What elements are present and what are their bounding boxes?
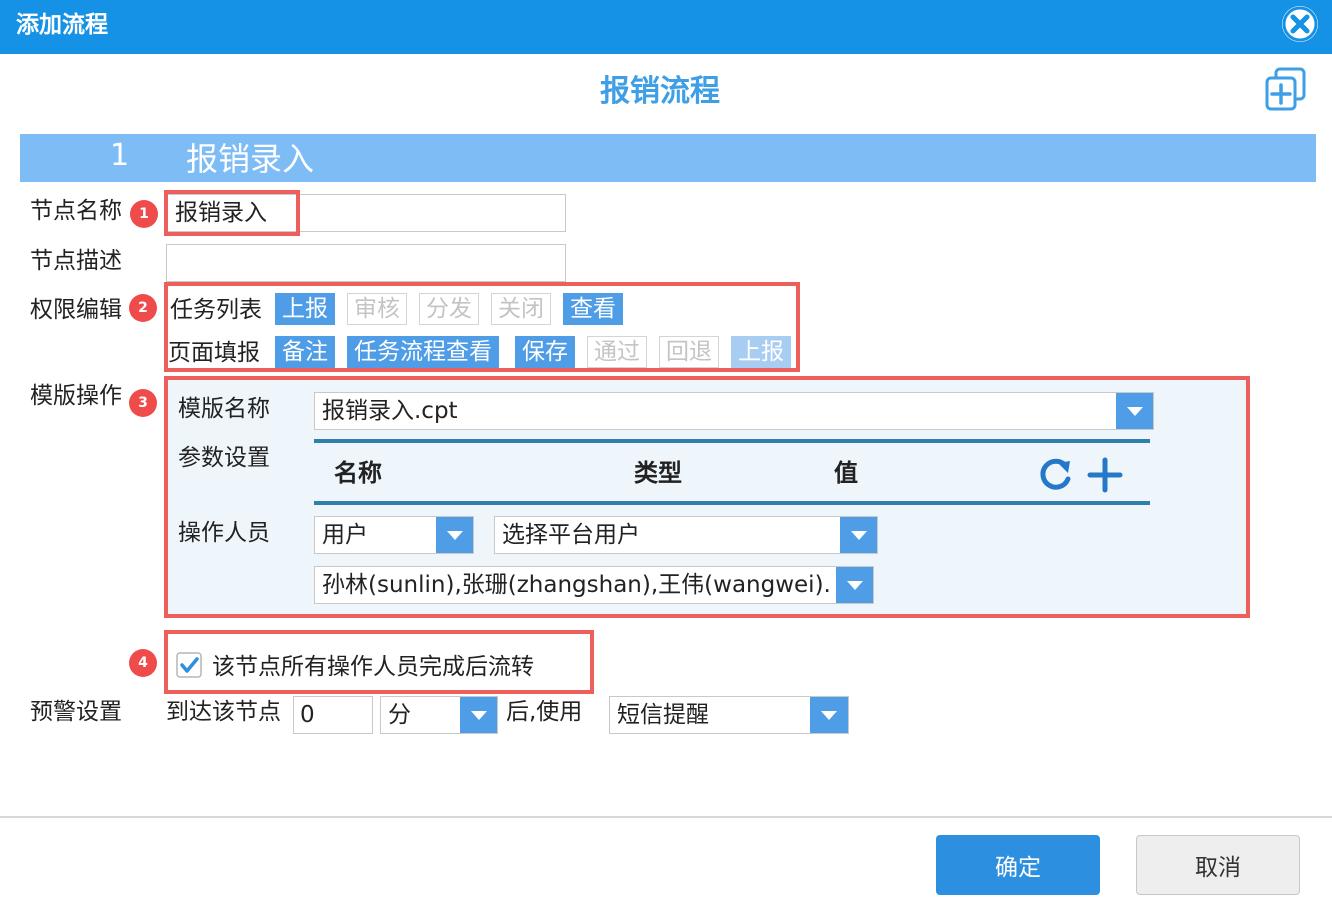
operator-list-dropdown[interactable] — [836, 567, 873, 603]
operators-label: 操作人员 — [178, 520, 270, 546]
transfer-checkbox[interactable] — [176, 652, 202, 678]
refresh-icon[interactable] — [1036, 455, 1076, 495]
operator-type-dropdown[interactable] — [436, 517, 473, 553]
operator-list-value: 孙林(sunlin),张珊(zhangshan),王伟(wangwei)... — [322, 572, 832, 598]
perm-flow-view-tag[interactable]: 任务流程查看 — [347, 336, 499, 368]
warning-amount-value: 0 — [300, 702, 315, 728]
perm-pass-tag[interactable]: 通过 — [587, 336, 647, 368]
perm-save-tag[interactable]: 保存 — [515, 336, 575, 368]
operator-type-value: 用户 — [322, 522, 368, 548]
chevron-down-icon — [470, 710, 487, 720]
operator-source-dropdown[interactable] — [840, 517, 877, 553]
node-desc-label: 节点描述 — [30, 248, 122, 274]
section-number: 1 — [110, 138, 130, 173]
perm-return-tag[interactable]: 回退 — [659, 336, 719, 368]
transfer-checkbox-label: 该节点所有操作人员完成后流转 — [212, 654, 534, 680]
perm-report-tag[interactable]: 上报 — [275, 293, 335, 325]
params-col-type: 类型 — [634, 459, 682, 487]
close-button[interactable] — [1282, 6, 1318, 42]
flow-title: 报销流程 — [600, 74, 720, 109]
highlight-box-1 — [164, 190, 300, 236]
warning-unit-dropdown[interactable] — [460, 697, 497, 733]
cancel-button[interactable]: 取消 — [1136, 835, 1300, 895]
template-name-label: 模版名称 — [178, 396, 270, 422]
template-name-value: 报销录入.cpt — [322, 398, 458, 424]
template-ops-label: 模版操作 — [30, 383, 122, 409]
page-fill-label: 页面填报 — [168, 340, 260, 366]
perm-view-tag[interactable]: 查看 — [563, 293, 623, 325]
plus-icon[interactable] — [1086, 456, 1124, 494]
warning-method-dropdown[interactable] — [810, 697, 848, 733]
node-desc-input[interactable] — [166, 244, 566, 282]
chevron-down-icon — [446, 530, 463, 540]
step-badge-2: 2 — [129, 294, 157, 322]
step-badge-3: 3 — [129, 389, 157, 417]
chevron-down-icon — [846, 580, 863, 590]
add-node-icon[interactable] — [1264, 67, 1306, 111]
params-col-name: 名称 — [334, 459, 382, 487]
perm-close-tag[interactable]: 关闭 — [491, 293, 551, 325]
params-header-top-line — [314, 439, 1150, 443]
title-bar — [0, 0, 1332, 54]
footer-divider — [0, 816, 1332, 818]
perm-submit-tag[interactable]: 上报 — [731, 336, 791, 368]
chevron-down-icon — [850, 530, 867, 540]
warning-label: 预警设置 — [30, 699, 122, 725]
step-badge-1: 1 — [130, 200, 158, 228]
perm-distribute-tag[interactable]: 分发 — [419, 293, 479, 325]
task-list-label: 任务列表 — [170, 297, 262, 323]
params-col-value: 值 — [834, 459, 858, 487]
checkbox-checked-icon — [176, 652, 202, 678]
dialog-title: 添加流程 — [16, 12, 108, 38]
close-icon — [1282, 6, 1318, 42]
warning-prefix: 到达该节点 — [166, 699, 281, 725]
params-label: 参数设置 — [178, 445, 270, 471]
template-name-dropdown[interactable] — [1116, 393, 1153, 429]
warning-middle: 后,使用 — [506, 699, 583, 725]
perm-note-tag[interactable]: 备注 — [275, 336, 335, 368]
perm-review-tag[interactable]: 审核 — [347, 293, 407, 325]
permissions-label: 权限编辑 — [30, 297, 122, 323]
warning-unit-value: 分 — [388, 702, 411, 728]
confirm-button[interactable]: 确定 — [936, 835, 1100, 895]
operator-source-value: 选择平台用户 — [502, 522, 640, 548]
step-badge-4: 4 — [129, 649, 157, 677]
warning-method-value: 短信提醒 — [617, 702, 709, 728]
chevron-down-icon — [821, 710, 837, 720]
chevron-down-icon — [1126, 406, 1143, 416]
params-header-bottom-line — [314, 501, 1150, 505]
node-name-label: 节点名称 — [30, 198, 122, 224]
section-name: 报销录入 — [186, 140, 315, 178]
